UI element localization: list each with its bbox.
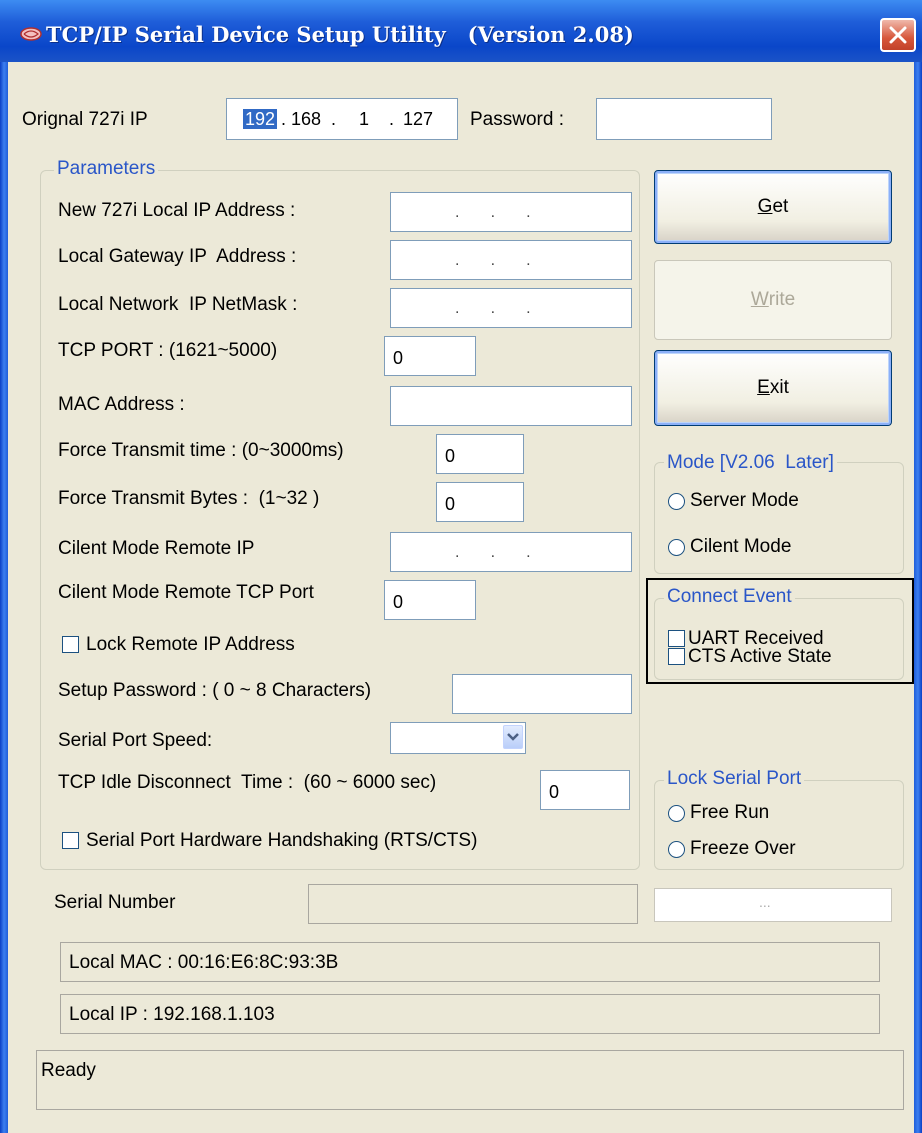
setup-utility-window: TCP/IP Serial Device Setup Utility (Vers… bbox=[0, 0, 922, 1133]
ip-separators: . . . bbox=[455, 300, 531, 317]
serial-speed-label: Serial Port Speed: bbox=[58, 730, 213, 751]
mode-group-title: Mode [V2.06 Later] bbox=[664, 452, 837, 474]
tcp-port-input[interactable]: 0 bbox=[384, 336, 476, 376]
tcp-port-label: TCP PORT : (1621~5000) bbox=[58, 340, 278, 361]
close-button[interactable] bbox=[880, 18, 916, 52]
mac-input[interactable] bbox=[390, 386, 632, 426]
annotation-highlight-box bbox=[646, 578, 914, 684]
freeze-over-radio[interactable] bbox=[668, 841, 685, 858]
password-input[interactable] bbox=[596, 98, 772, 140]
server-mode-label: Server Mode bbox=[690, 490, 799, 511]
netmask-label: Local Network IP NetMask : bbox=[58, 294, 298, 315]
force-time-label: Force Transmit time : (0~3000ms) bbox=[58, 440, 344, 461]
ip-octet-4: 127 bbox=[403, 109, 434, 129]
ip-separators: . . . bbox=[455, 252, 531, 269]
local-ip-field: Local IP : 192.168.1.103 bbox=[60, 994, 880, 1034]
force-bytes-input[interactable]: 0 bbox=[436, 482, 524, 522]
idle-disconnect-input[interactable]: 0 bbox=[540, 770, 630, 810]
lock-remote-ip-label: Lock Remote IP Address bbox=[86, 634, 295, 655]
new-ip-label: New 727i Local IP Address : bbox=[58, 200, 296, 221]
idle-disconnect-label: TCP Idle Disconnect Time : (60 ~ 6000 se… bbox=[58, 772, 437, 793]
title-bar[interactable]: TCP/IP Serial Device Setup Utility (Vers… bbox=[0, 0, 922, 62]
lock-remote-ip-checkbox[interactable] bbox=[62, 636, 79, 653]
dropdown-arrow-button[interactable] bbox=[503, 725, 523, 749]
chevron-down-icon bbox=[507, 733, 519, 741]
password-label: Password : bbox=[470, 109, 564, 130]
ip-dot: . bbox=[281, 109, 287, 129]
ip-octet-2: 168 bbox=[291, 109, 322, 129]
hw-handshake-checkbox[interactable] bbox=[62, 832, 79, 849]
get-button[interactable]: Get bbox=[654, 170, 892, 244]
close-icon bbox=[889, 26, 907, 44]
window-frame-right bbox=[914, 62, 922, 1133]
free-run-label: Free Run bbox=[690, 802, 770, 823]
mac-label: MAC Address : bbox=[58, 394, 185, 415]
setup-password-input[interactable] bbox=[452, 674, 632, 714]
ip-separators: . . . bbox=[455, 204, 531, 221]
local-mac-field: Local MAC : 00:16:E6:8C:93:3B bbox=[60, 942, 880, 982]
original-ip-label: Orignal 727i IP bbox=[22, 109, 148, 130]
client-ip-label: Cilent Mode Remote IP bbox=[58, 538, 255, 559]
hw-handshake-label: Serial Port Hardware Handshaking (RTS/CT… bbox=[86, 830, 478, 851]
window-title: TCP/IP Serial Device Setup Utility (Vers… bbox=[46, 22, 634, 47]
ip-octet-1: 192 bbox=[243, 109, 278, 129]
window-frame-left bbox=[0, 62, 8, 1133]
force-time-input[interactable]: 0 bbox=[436, 434, 524, 474]
exit-button[interactable]: Exit bbox=[654, 350, 892, 426]
new-ip-input[interactable]: . . . bbox=[390, 192, 632, 232]
freeze-over-label: Freeze Over bbox=[690, 838, 796, 859]
parameters-group-title: Parameters bbox=[54, 158, 159, 180]
ip-octet-3: 1 bbox=[359, 109, 370, 129]
client-mode-radio[interactable] bbox=[668, 539, 685, 556]
ip-dot: . bbox=[331, 109, 337, 129]
ip-dot: . bbox=[389, 109, 395, 129]
server-mode-radio[interactable] bbox=[668, 493, 685, 510]
original-ip-input[interactable]: 192 . 168 . 1 . 127 bbox=[226, 98, 458, 140]
app-icon bbox=[20, 27, 42, 41]
status-bar: Ready bbox=[36, 1050, 904, 1110]
gateway-label: Local Gateway IP Address : bbox=[58, 246, 297, 267]
serial-side-field: ... bbox=[654, 888, 892, 922]
client-port-input[interactable]: 0 bbox=[384, 580, 476, 620]
lock-serial-group-title: Lock Serial Port bbox=[664, 768, 805, 790]
client-mode-label: Cilent Mode bbox=[690, 536, 792, 557]
client-port-label: Cilent Mode Remote TCP Port bbox=[58, 582, 314, 603]
client-ip-input[interactable]: . . . bbox=[390, 532, 632, 572]
serial-number-field bbox=[308, 884, 638, 924]
write-button[interactable]: Write bbox=[654, 260, 892, 340]
serial-number-label: Serial Number bbox=[54, 892, 176, 913]
free-run-radio[interactable] bbox=[668, 805, 685, 822]
ip-separators: . . . bbox=[455, 544, 531, 561]
serial-speed-select[interactable] bbox=[390, 722, 526, 754]
force-bytes-label: Force Transmit Bytes : (1~32 ) bbox=[58, 488, 320, 509]
setup-password-label: Setup Password : ( 0 ~ 8 Characters) bbox=[58, 680, 372, 701]
netmask-input[interactable]: . . . bbox=[390, 288, 632, 328]
gateway-input[interactable]: . . . bbox=[390, 240, 632, 280]
